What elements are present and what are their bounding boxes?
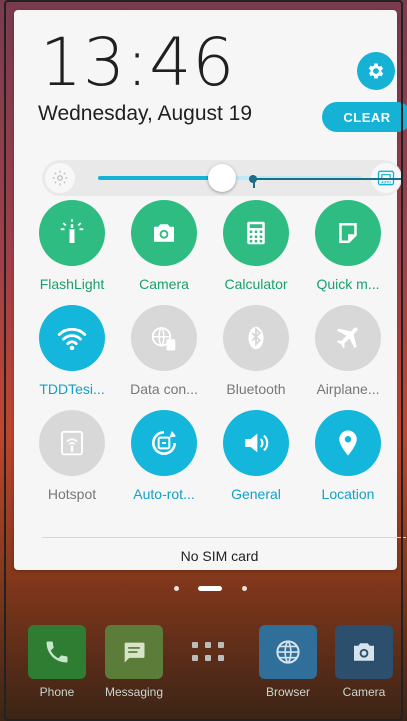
tile-label: FlashLight (39, 276, 105, 292)
sim-status: No SIM card (180, 548, 259, 564)
app-drawer-icon[interactable] (190, 640, 228, 668)
tile-airplane[interactable]: Airplane... (304, 305, 392, 405)
calculator-icon (223, 200, 289, 266)
current-page-dash (198, 586, 222, 591)
tile-label: Location (321, 486, 375, 502)
dock-label: Phone (39, 685, 75, 699)
data-connection-icon (131, 305, 197, 371)
callout-line (253, 178, 403, 188)
tile-label: Quick m... (316, 276, 380, 292)
brightness-low-icon (45, 163, 75, 193)
brightness-fill (98, 176, 223, 180)
tile-data[interactable]: Data con... (120, 305, 208, 405)
tile-camera[interactable]: Camera (120, 200, 208, 300)
date-label: Wednesday, August 19 (38, 102, 253, 125)
tile-label: Airplane... (316, 381, 380, 397)
note-icon (315, 200, 381, 266)
tile-label: Data con... (130, 381, 198, 397)
camera-icon (131, 200, 197, 266)
tile-label: Calculator (224, 276, 288, 292)
tile-label: TDDTesi... (39, 381, 105, 397)
dock-label: Camera (342, 685, 386, 699)
phone-icon (28, 625, 86, 679)
tile-label: Camera (139, 276, 189, 292)
wifi-icon (39, 305, 105, 371)
tile-label: Auto-rot... (133, 486, 195, 502)
page-indicator (170, 584, 250, 594)
volume-icon (223, 410, 289, 476)
tile-sound[interactable]: General (212, 410, 300, 510)
flashlight-icon (39, 200, 105, 266)
tile-label: Bluetooth (226, 381, 286, 397)
clock: 13:46 (40, 24, 236, 101)
tile-label: General (231, 486, 281, 502)
globe-icon (259, 625, 317, 679)
tile-location[interactable]: Location (304, 410, 392, 510)
page-dot (174, 586, 179, 591)
tile-bluetooth[interactable]: Bluetooth (212, 305, 300, 405)
tile-flashlight[interactable]: FlashLight (28, 200, 116, 300)
hotspot-icon (39, 410, 105, 476)
tile-label: Hotspot (47, 486, 97, 502)
tile-autorotate[interactable]: Auto-rot... (120, 410, 208, 510)
tile-wifi[interactable]: TDDTesi... (28, 305, 116, 405)
location-pin-icon (315, 410, 381, 476)
settings-button[interactable] (357, 52, 395, 90)
phone-screen: 13:46 Wednesday, August 19 CLEAR AUTO No… (0, 0, 407, 721)
brightness-thumb[interactable] (208, 164, 237, 192)
gear-icon (368, 63, 384, 79)
dock-app-browser[interactable]: Browser (258, 625, 318, 699)
rotate-icon (131, 410, 197, 476)
message-icon (105, 625, 163, 679)
dock-app-camera[interactable]: Camera (334, 625, 394, 699)
dock-app-phone[interactable]: Phone (27, 625, 87, 699)
tile-hotspot[interactable]: Hotspot (28, 410, 116, 510)
divider (42, 537, 406, 538)
bluetooth-icon (223, 305, 289, 371)
dock-app-messaging[interactable]: Messaging (104, 625, 164, 699)
tile-quick-memo[interactable]: Quick m... (304, 200, 392, 300)
camera-icon (335, 625, 393, 679)
dock-label: Browser (265, 685, 310, 699)
tile-calculator[interactable]: Calculator (212, 200, 300, 300)
clear-button[interactable]: CLEAR (322, 102, 407, 132)
page-dot (242, 586, 247, 591)
airplane-icon (315, 305, 381, 371)
dock-label: Messaging (104, 685, 164, 699)
